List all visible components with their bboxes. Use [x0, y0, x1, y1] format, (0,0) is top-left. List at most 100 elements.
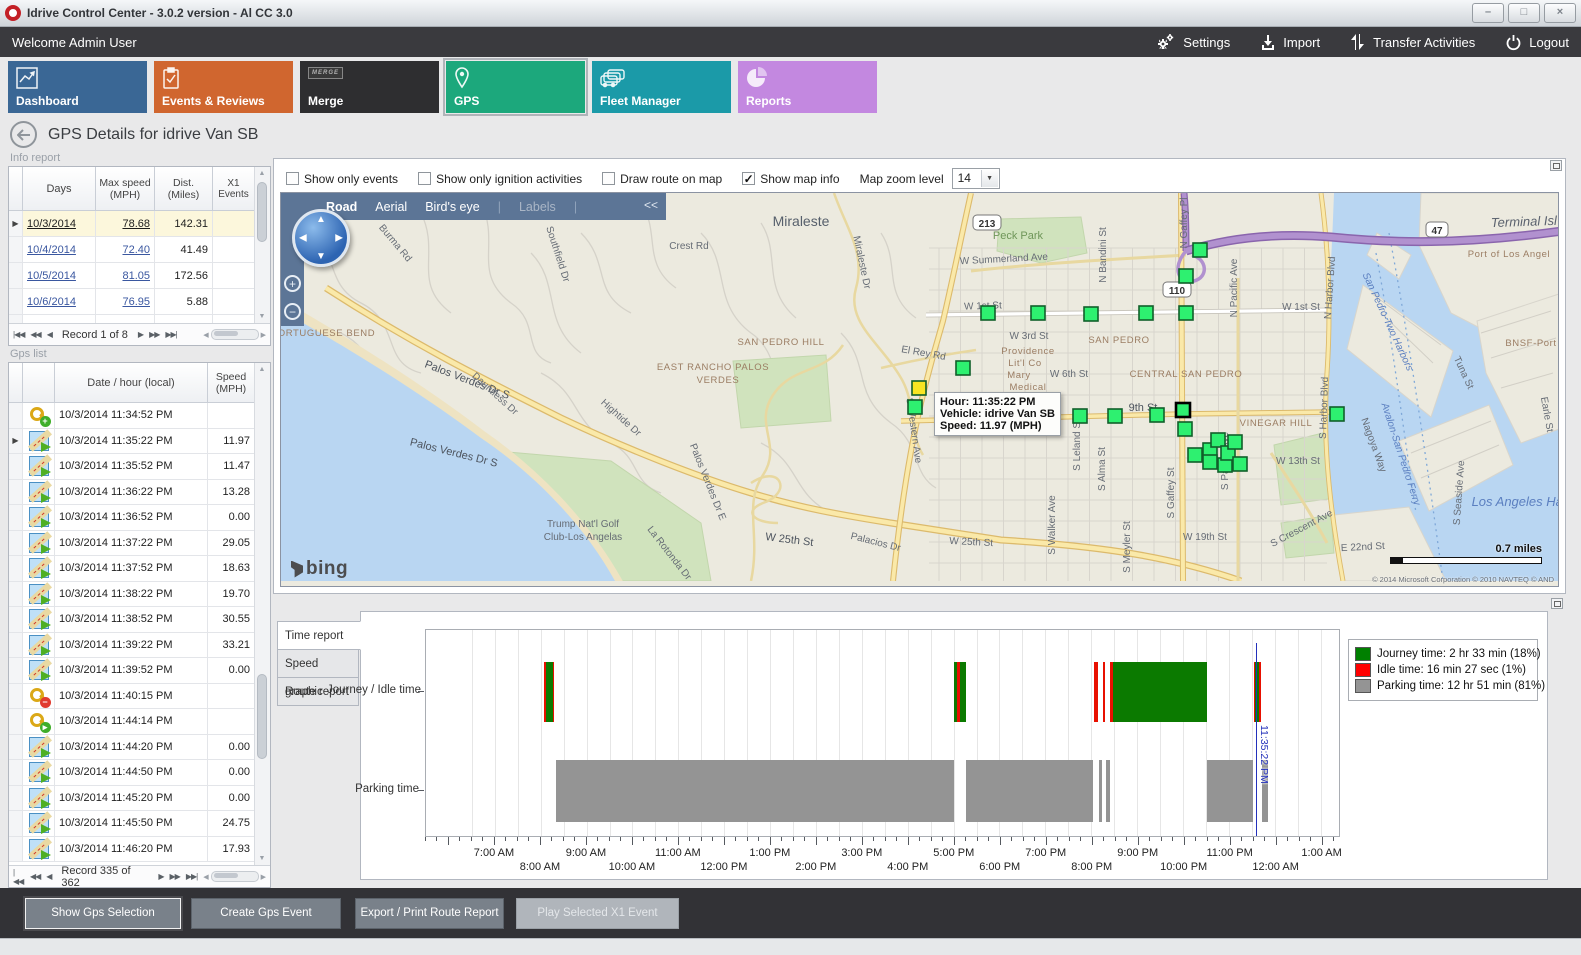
checkbox-show-only-events[interactable]: Show only events [286, 172, 398, 186]
max-speed-link[interactable]: 76.95 [122, 296, 150, 308]
gps-marker[interactable] [1193, 243, 1207, 257]
col-days[interactable]: Days [23, 167, 96, 211]
tile-dashboard[interactable]: Dashboard [8, 61, 147, 113]
tab-speed-graphic[interactable]: Speed graphic [277, 649, 359, 678]
pager-last-button[interactable]: ▶▶| [186, 872, 197, 881]
unchecked-icon[interactable] [286, 172, 299, 185]
gps-marker[interactable] [1139, 306, 1153, 320]
show-gps-selection-button[interactable]: Show Gps Selection [25, 898, 181, 929]
map-view-aerial[interactable]: Aerial [375, 200, 407, 214]
pan-up-icon[interactable]: ▲ [316, 214, 326, 225]
pager-nextpage-button[interactable]: ▶▶ [149, 330, 159, 339]
import-button[interactable]: Import [1260, 34, 1320, 50]
play-selected-x1-event-button[interactable]: Play Selected X1 Event [516, 898, 679, 929]
pan-right-icon[interactable]: ▶ [335, 233, 343, 244]
day-link[interactable]: 10/6/2014 [27, 296, 76, 308]
scroll-up-icon[interactable]: ▲ [255, 363, 269, 376]
gps-marker[interactable] [1178, 422, 1192, 436]
info-report-row[interactable]: ▶10/3/201478.68142.31 [9, 211, 256, 237]
selected-gps-marker[interactable] [912, 381, 926, 395]
info-report-vscrollbar[interactable]: ▲ ▼ [254, 167, 270, 323]
checkbox-show-map-info[interactable]: ✓Show map info [742, 172, 839, 186]
gps-list-row[interactable]: ▸10/3/2014 11:44:14 PM [9, 709, 255, 735]
tile-gps[interactable]: GPS [446, 61, 585, 113]
col-speed[interactable]: Speed (MPH) [208, 363, 255, 403]
pan-down-icon[interactable]: ▼ [316, 251, 326, 262]
gps-list-row[interactable]: 10/3/2014 11:39:22 PM33.21 [9, 633, 255, 659]
max-speed-link[interactable]: 72.40 [122, 244, 150, 256]
gps-marker[interactable] [1150, 408, 1164, 422]
map-pan-control[interactable]: ▲ ▼ ◀ ▶ [292, 209, 350, 267]
max-speed-link[interactable]: 81.05 [122, 270, 150, 282]
gps-list-row[interactable]: 10/3/2014 11:46:20 PM17.93 [9, 837, 255, 863]
zoom-out-icon[interactable]: − [284, 303, 301, 320]
gps-list-row[interactable]: 10/3/2014 11:45:20 PM0.00 [9, 786, 255, 812]
gps-marker[interactable] [1233, 457, 1247, 471]
gps-marker[interactable] [956, 361, 970, 375]
tile-fleet-manager[interactable]: Fleet Manager [592, 61, 731, 113]
checkbox-draw-route-on-map[interactable]: Draw route on map [602, 172, 722, 186]
pager-next-button[interactable]: ▶ [158, 872, 163, 881]
pager-last-button[interactable]: ▶▶| [165, 330, 176, 339]
gps-list-row[interactable]: 10/3/2014 11:36:22 PM13.28 [9, 480, 255, 506]
pager-prev-button[interactable]: ◀ [47, 330, 52, 339]
scroll-up-icon[interactable]: ▲ [255, 167, 269, 180]
gps-list-row[interactable]: −10/3/2014 11:40:15 PM [9, 684, 255, 710]
gps-list-row[interactable]: 10/3/2014 11:45:50 PM24.75 [9, 811, 255, 837]
scroll-down-icon[interactable]: ▼ [255, 852, 269, 865]
minimize-button[interactable]: – [1472, 3, 1504, 23]
map-bar-collapse-icon[interactable]: << [644, 198, 658, 212]
zoom-in-icon[interactable]: + [284, 275, 301, 292]
scroll-down-icon[interactable]: ▼ [255, 310, 269, 323]
gps-marker[interactable] [1176, 403, 1190, 417]
col-dist[interactable]: Dist. (Miles) [155, 167, 213, 211]
info-report-row[interactable]: 10/5/201481.05172.56 [9, 263, 256, 289]
info-report-row[interactable]: 10/6/201476.955.88 [9, 289, 256, 315]
day-link[interactable]: 10/4/2014 [27, 244, 76, 256]
pager-next-button[interactable]: ▶ [138, 330, 143, 339]
unchecked-icon[interactable] [418, 172, 431, 185]
gps-list-row[interactable]: ▶10/3/2014 11:35:22 PM11.97 [9, 429, 255, 455]
gps-marker[interactable] [1228, 435, 1242, 449]
day-link[interactable]: 10/3/2014 [27, 218, 76, 230]
gps-marker[interactable] [1203, 455, 1217, 469]
gps-list-row[interactable]: 10/3/2014 11:38:22 PM19.70 [9, 582, 255, 608]
gps-marker[interactable] [1031, 306, 1045, 320]
map-view-birdseye[interactable]: Bird's eye [425, 200, 480, 214]
pan-left-icon[interactable]: ◀ [299, 233, 307, 244]
gps-marker[interactable] [1211, 433, 1225, 447]
gps-marker[interactable] [1084, 307, 1098, 321]
unchecked-icon[interactable] [602, 172, 615, 185]
pager-nextpage-button[interactable]: ▶▶ [170, 872, 180, 881]
col-datetime[interactable]: Date / hour (local) [55, 363, 208, 403]
pager-prev-button[interactable]: ◀ [46, 872, 51, 881]
tile-events-reviews[interactable]: Events & Reviews [154, 61, 293, 113]
pager-first-button[interactable]: |◀◀ [13, 330, 24, 339]
gps-marker[interactable] [1330, 407, 1344, 421]
pager-prevpage-button[interactable]: ◀◀ [30, 872, 40, 881]
panel-collapse-icon[interactable] [1551, 598, 1563, 609]
pager-prevpage-button[interactable]: ◀◀ [30, 330, 40, 339]
pager-hscrollbar[interactable]: ◀▶ [203, 329, 266, 340]
tile-reports[interactable]: Reports [738, 61, 877, 113]
panel-collapse-icon[interactable] [1550, 160, 1562, 171]
map-canvas[interactable]: Burma RdSouthfield DrCrest RdMiralesteMi… [280, 192, 1559, 587]
day-link[interactable]: 10/5/2014 [27, 270, 76, 282]
logout-button[interactable]: Logout [1505, 34, 1569, 51]
export-print-route-report-button[interactable]: Export / Print Route Report [355, 898, 504, 929]
gps-list-row[interactable]: +10/3/2014 11:34:52 PM [9, 403, 255, 429]
create-gps-event-button[interactable]: Create Gps Event [191, 898, 341, 929]
gps-marker[interactable] [1188, 448, 1202, 462]
gps-list-vscrollbar[interactable]: ▲ ▼ [254, 363, 270, 865]
maximize-button[interactable]: □ [1508, 3, 1540, 23]
gps-marker[interactable] [1179, 269, 1193, 283]
back-button[interactable] [10, 121, 37, 148]
col-max-speed[interactable]: Max speed (MPH) [96, 167, 155, 211]
col-x1-events[interactable]: X1 Events [213, 167, 255, 211]
tile-merge[interactable]: MERGE Merge [300, 61, 439, 113]
tab-time-report[interactable]: Time report [277, 621, 361, 650]
gps-list-row[interactable]: 10/3/2014 11:44:20 PM0.00 [9, 735, 255, 761]
gps-list-row[interactable]: 10/3/2014 11:38:52 PM30.55 [9, 607, 255, 633]
gps-list-row[interactable]: 10/3/2014 11:44:50 PM0.00 [9, 760, 255, 786]
pager-hscrollbar[interactable]: ◀▶ [203, 871, 266, 882]
